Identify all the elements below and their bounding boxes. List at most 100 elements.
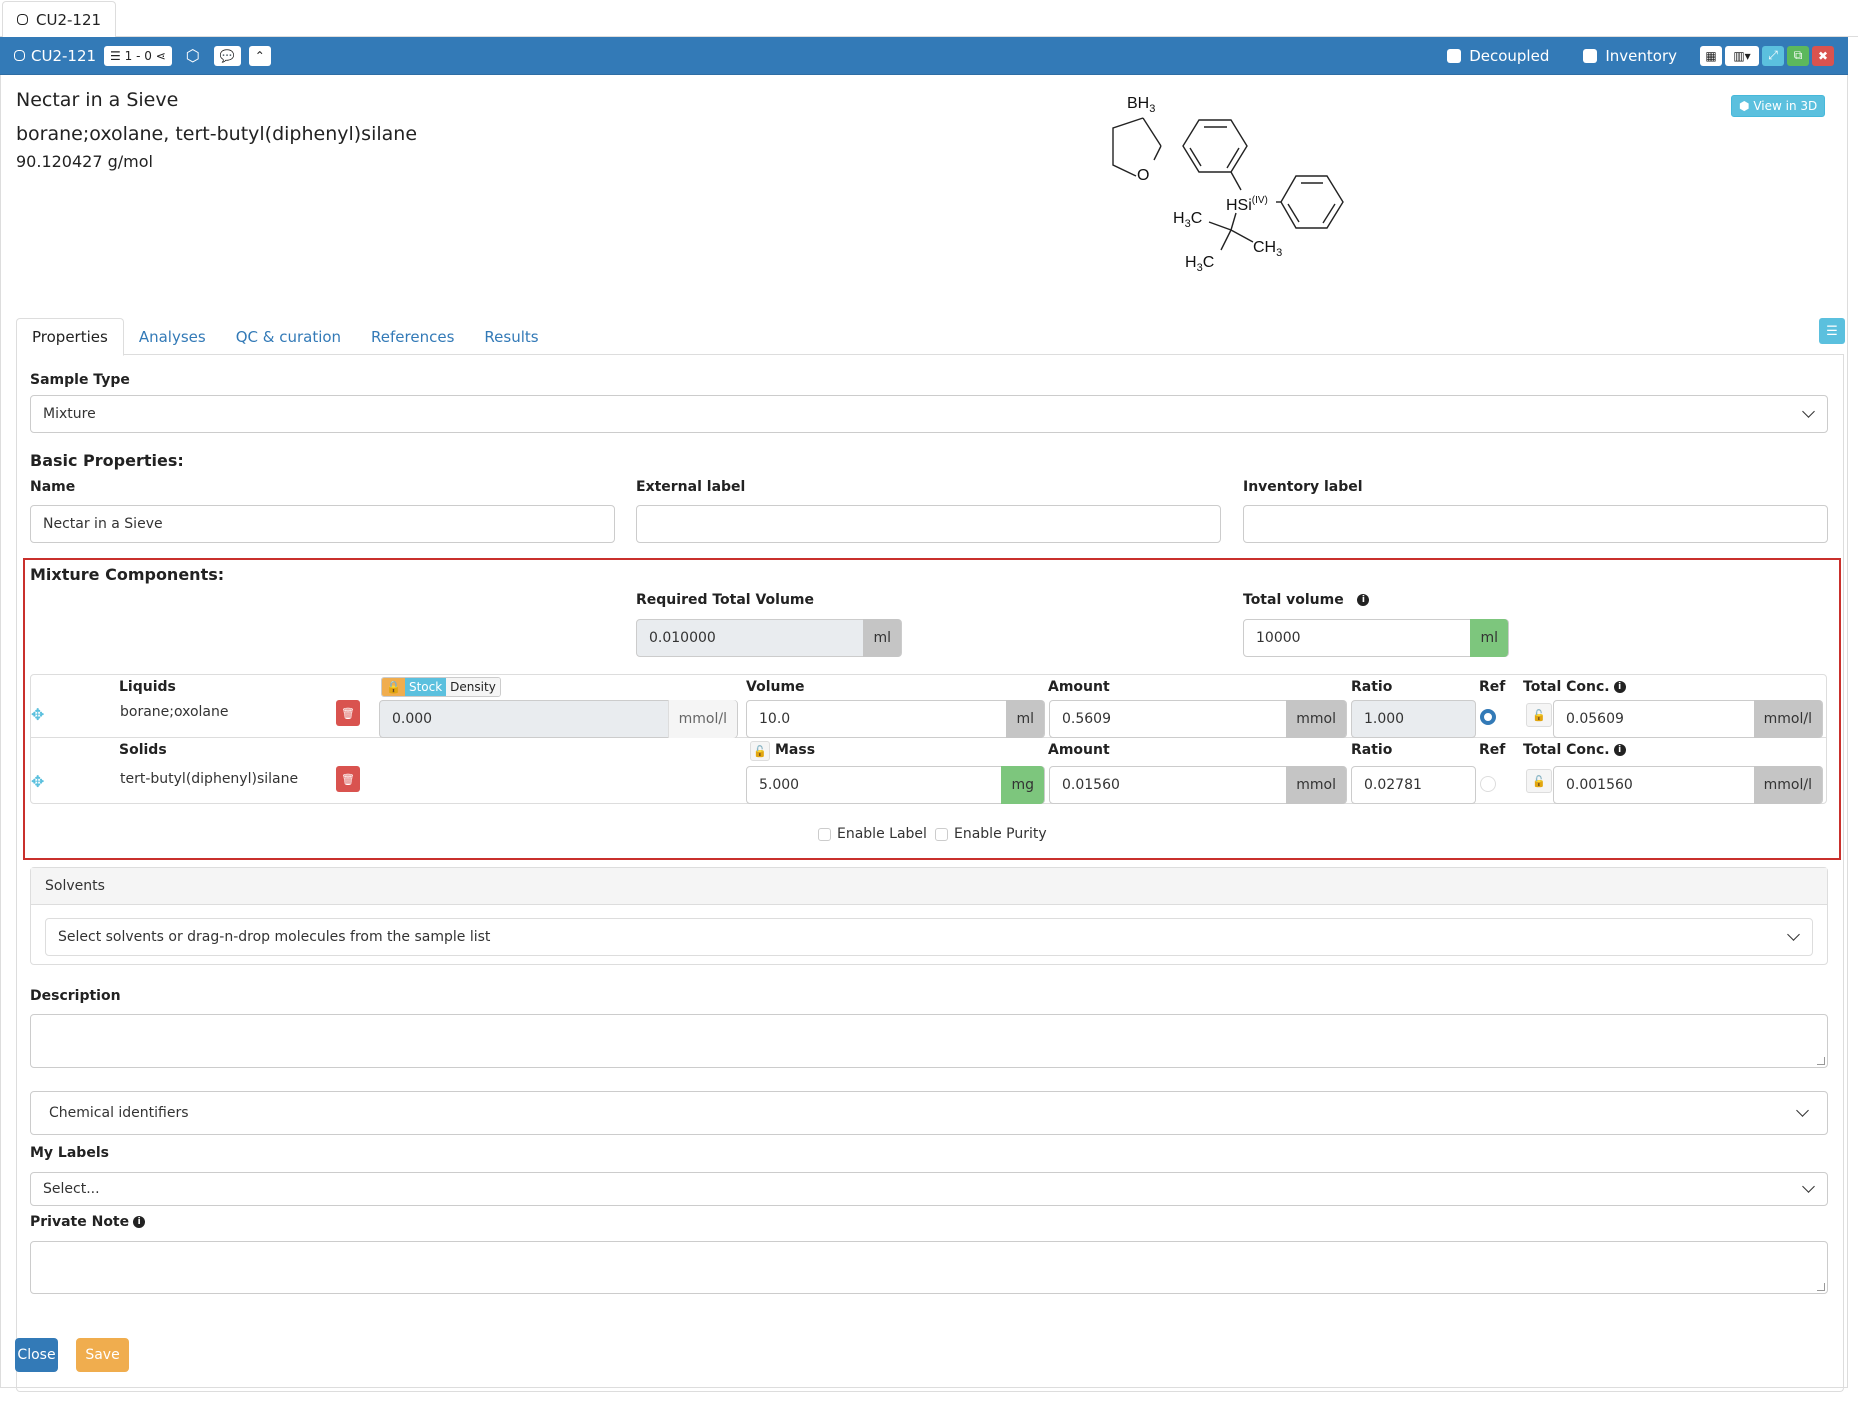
unlock-icon: 🔓: [1532, 774, 1546, 788]
required-total-volume-input[interactable]: 0.010000 ml: [636, 619, 902, 657]
liquid-ratio-label: Ratio: [1351, 679, 1393, 695]
solid-amount-unit[interactable]: mmol: [1286, 766, 1346, 804]
liquid-amount-input[interactable]: 0.5609 mmol: [1049, 700, 1347, 738]
delete-liquid-button[interactable]: 🗑: [336, 700, 360, 726]
my-labels-placeholder: Select...: [43, 1181, 100, 1197]
tab-analyses[interactable]: Analyses: [124, 318, 221, 355]
barcode-dropdown-button[interactable]: ▥▾: [1725, 45, 1759, 66]
decoupled-checkbox[interactable]: Decoupled: [1447, 47, 1549, 65]
inventory-label-input[interactable]: [1243, 505, 1828, 543]
calendar-button[interactable]: ▦: [1700, 45, 1722, 66]
total-volume-label-text: Total volume: [1243, 592, 1344, 608]
tab-settings-button[interactable]: ☰: [1819, 318, 1845, 344]
solid-amount-input[interactable]: 0.01560 mmol: [1049, 766, 1347, 804]
solid-ref-radio[interactable]: [1480, 776, 1496, 792]
chevron-down-icon: [1802, 1180, 1815, 1193]
required-total-volume-unit: ml: [863, 619, 901, 657]
info-icon[interactable]: i: [1357, 594, 1370, 606]
solvents-select[interactable]: Select solvents or drag-n-drop molecules…: [45, 918, 1813, 956]
liquid-volume-input[interactable]: 10.0 ml: [746, 700, 1045, 738]
view-in-3d-button[interactable]: ⬢ View in 3D: [1731, 95, 1826, 117]
tab-properties[interactable]: Properties: [16, 318, 124, 356]
liquid-ref-radio[interactable]: [1480, 709, 1496, 725]
stock-toggle[interactable]: Stock: [404, 678, 447, 696]
tab-qc-curation[interactable]: QC & curation: [221, 318, 356, 355]
window-tab[interactable]: CU2-121: [2, 1, 117, 38]
enable-purity-checkbox[interactable]: Enable Purity: [935, 826, 1047, 842]
methyl-label-2: CH3: [1253, 239, 1282, 259]
enable-label-box[interactable]: [818, 827, 831, 841]
save-button[interactable]: Save: [76, 1338, 129, 1372]
solid-total-conc-input[interactable]: 0.001560 mmol/l: [1553, 766, 1823, 804]
solid-amount-value: 0.01560: [1062, 777, 1120, 793]
info-icon[interactable]: i: [1613, 744, 1626, 756]
liquid-ratio-input[interactable]: 1.000: [1351, 700, 1476, 738]
unlock-icon: 🔓: [1532, 708, 1546, 722]
enable-label-checkbox[interactable]: Enable Label: [818, 826, 927, 842]
resize-handle[interactable]: [1817, 1283, 1825, 1291]
info-icon[interactable]: i: [133, 1216, 146, 1228]
liquid-total-conc-input[interactable]: 0.05609 mmol/l: [1553, 700, 1823, 738]
liquid-conc-lock-button[interactable]: 🔓: [1526, 703, 1552, 727]
solids-group-label: Solids: [119, 742, 167, 758]
tab-results[interactable]: Results: [469, 318, 553, 355]
mixture-components-heading: Mixture Components:: [30, 565, 225, 584]
liquid-total-conc-unit: mmol/l: [1753, 700, 1822, 738]
phenyl-ring-2: [1280, 175, 1344, 229]
si-label: HSi(IV): [1226, 195, 1268, 214]
oxygen-label: O: [1137, 167, 1149, 184]
inventory-checkbox[interactable]: Inventory: [1583, 47, 1677, 65]
stock-density-toggle: 🔒 Stock Density: [381, 677, 501, 697]
tab-references[interactable]: References: [356, 318, 469, 355]
liquid-component-name: borane;oxolane: [120, 704, 229, 720]
structure-hexagon-button[interactable]: ⬡: [180, 46, 206, 66]
liquid-amount-unit[interactable]: mmol: [1286, 700, 1346, 738]
close-button[interactable]: Close: [15, 1338, 58, 1372]
total-volume-unit[interactable]: ml: [1470, 619, 1508, 657]
comments-button[interactable]: 💬: [213, 45, 241, 66]
drag-handle-icon[interactable]: ✥: [31, 705, 44, 724]
stock-concentration-input[interactable]: 0.000 mmol/l: [379, 700, 738, 738]
sample-iupac-name: borane;oxolane, tert-butyl(diphenyl)sila…: [16, 123, 418, 145]
inventory-checkbox-box[interactable]: [1583, 48, 1598, 63]
private-note-label: Private Note i: [30, 1214, 146, 1230]
info-icon[interactable]: i: [1613, 681, 1626, 693]
name-input[interactable]: Nectar in a Sieve: [30, 505, 615, 543]
solid-mass-unit[interactable]: mg: [1001, 766, 1044, 804]
enable-label-text: Enable Label: [837, 826, 927, 842]
header-title: CU2-121: [14, 47, 96, 65]
chemical-identifiers-toggle[interactable]: Chemical identifiers: [30, 1091, 1828, 1135]
decoupled-checkbox-box[interactable]: [1447, 48, 1462, 63]
description-textarea[interactable]: [30, 1014, 1828, 1068]
private-note-textarea[interactable]: [30, 1241, 1828, 1294]
mass-lock-button[interactable]: 🔓: [750, 741, 770, 761]
element-count-button[interactable]: ☰ 1 - 0 ⋖: [104, 45, 172, 66]
structure-drawing[interactable]: BH3 O HSi(IV) H3C CH3 H3C: [1091, 80, 1371, 280]
total-volume-input[interactable]: 10000 ml: [1243, 619, 1509, 657]
collapse-button[interactable]: ⌃: [248, 45, 271, 66]
solvents-heading: Solvents: [31, 868, 1827, 905]
density-toggle[interactable]: Density: [446, 678, 500, 696]
sample-type-select[interactable]: Mixture: [30, 395, 1828, 433]
solid-mass-value: 5.000: [759, 777, 800, 793]
basic-properties-heading: Basic Properties:: [30, 451, 184, 470]
liquid-volume-value: 10.0: [759, 711, 791, 727]
external-label-input[interactable]: [636, 505, 1221, 543]
delete-solid-button[interactable]: 🗑: [336, 766, 360, 792]
lock-icon[interactable]: 🔒: [382, 678, 405, 696]
name-label: Name: [30, 479, 76, 495]
view-in-3d-label: View in 3D: [1753, 99, 1818, 113]
volume-label: Volume: [746, 679, 805, 695]
solid-ratio-input[interactable]: 0.02781: [1351, 766, 1476, 804]
solid-conc-lock-button[interactable]: 🔓: [1526, 769, 1552, 793]
liquid-volume-unit[interactable]: ml: [1006, 700, 1044, 738]
copy-button[interactable]: ⧉: [1787, 45, 1809, 66]
close-window-button[interactable]: ✖: [1812, 45, 1834, 66]
solid-mass-input[interactable]: 5.000 mg: [746, 766, 1045, 804]
sample-type-value: Mixture: [43, 406, 96, 422]
resize-handle[interactable]: [1817, 1057, 1825, 1065]
enable-purity-box[interactable]: [935, 827, 948, 841]
drag-handle-icon[interactable]: ✥: [31, 772, 44, 791]
fullscreen-button[interactable]: ⤢: [1762, 45, 1784, 66]
my-labels-select[interactable]: Select...: [30, 1172, 1828, 1206]
